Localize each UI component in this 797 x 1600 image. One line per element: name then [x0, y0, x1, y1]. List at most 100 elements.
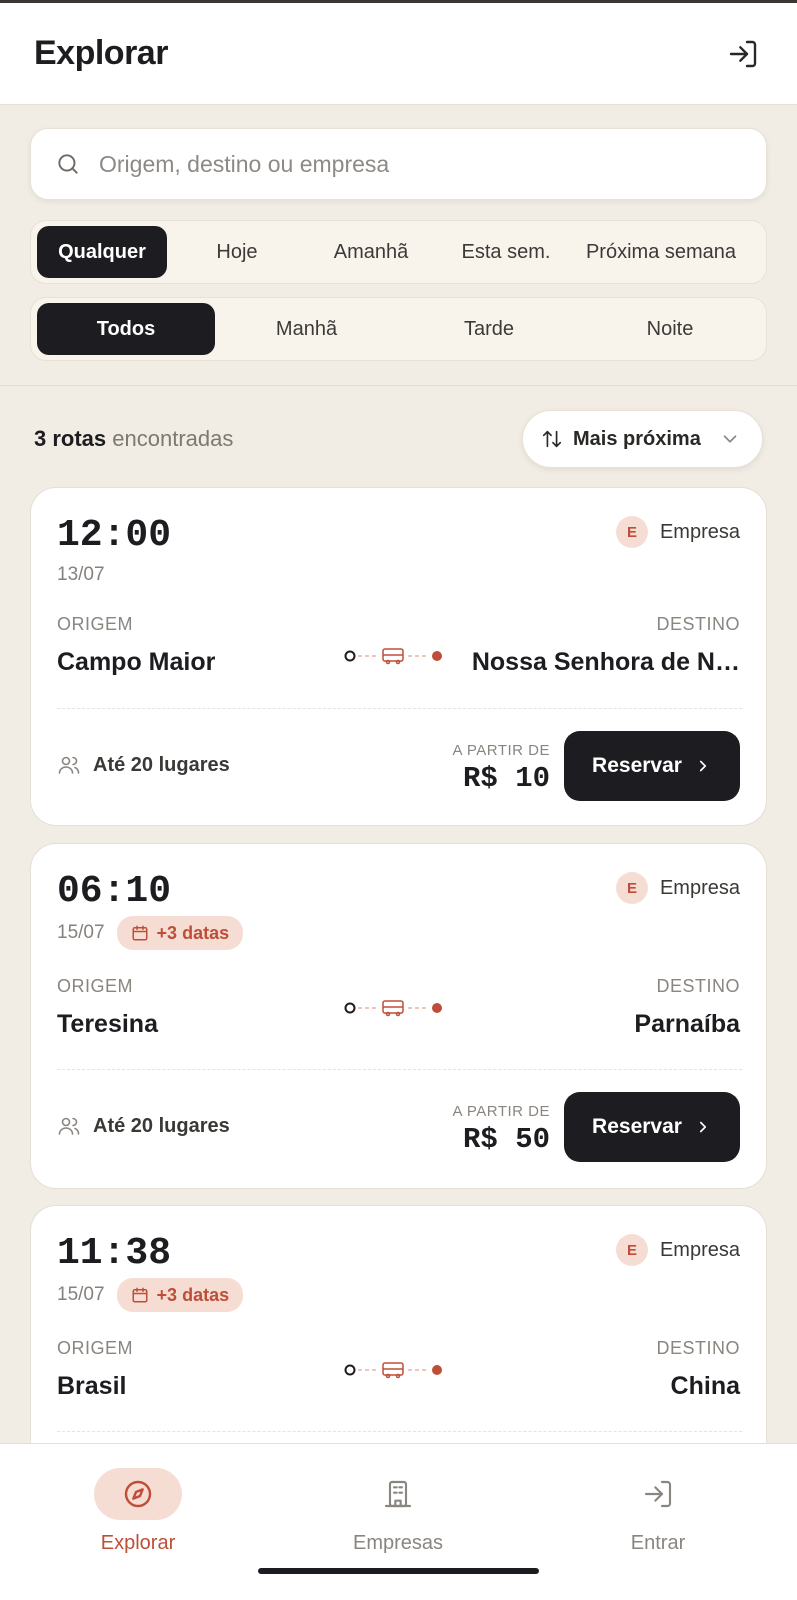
results-number: 3 rotas	[34, 426, 107, 451]
nav-empresas[interactable]: Empresas	[308, 1468, 488, 1555]
route-card[interactable]: 06:10 15/07 +3 datas E Empresa ORIGEM DE…	[30, 843, 767, 1189]
chevron-right-icon	[699, 760, 707, 772]
extra-dates-text: +3 datas	[156, 922, 230, 943]
departure-time: 11:38	[57, 1232, 172, 1275]
section-divider	[0, 385, 797, 386]
search-bar[interactable]	[30, 128, 767, 200]
period-filter: Todos Manhã Tarde Noite	[30, 297, 767, 361]
destination-label: DESTINO	[656, 976, 740, 996]
departure-date: 15/07 +3 datas	[57, 916, 244, 950]
origin-label: ORIGEM	[57, 1338, 134, 1358]
search-icon	[58, 154, 78, 174]
origin-label: ORIGEM	[57, 614, 134, 634]
users-icon	[58, 1117, 80, 1135]
calendar-icon	[132, 1287, 148, 1303]
company-info: E Empresa	[615, 516, 740, 548]
date-text: 15/07	[57, 1284, 105, 1305]
extra-dates-badge[interactable]: +3 datas	[116, 916, 244, 950]
chevron-right-icon	[699, 1121, 707, 1133]
app-header: Explorar	[0, 3, 797, 105]
company-avatar: E	[615, 872, 648, 904]
bus-icon	[382, 648, 404, 665]
route-line-icon	[344, 648, 442, 665]
sort-icon	[542, 430, 562, 448]
sort-dropdown[interactable]: Mais próxima	[522, 410, 763, 468]
bottom-nav: Explorar Empresas Entrar	[0, 1443, 797, 1600]
card-divider	[57, 1069, 742, 1070]
from-price-label: A PARTIR DE	[452, 742, 550, 759]
nav-entrar[interactable]: Entrar	[568, 1468, 748, 1555]
calendar-icon	[132, 925, 148, 941]
date-filter-today[interactable]: Hoje	[167, 226, 307, 278]
search-input[interactable]	[99, 150, 719, 178]
sort-label: Mais próxima	[573, 427, 701, 450]
date-filter-this-week[interactable]: Esta sem.	[435, 226, 577, 278]
login-icon	[644, 1480, 672, 1508]
seats-info: Até 20 lugares	[57, 753, 230, 777]
nav-icon-wrap	[354, 1468, 442, 1520]
company-avatar: E	[615, 516, 648, 548]
date-text: 13/07	[57, 564, 105, 585]
reserve-button[interactable]: Reservar	[564, 731, 740, 801]
date-filter-tomorrow[interactable]: Amanhã	[307, 226, 435, 278]
departure-date: 13/07	[57, 564, 105, 586]
company-name: Empresa	[659, 876, 740, 899]
extra-dates-badge[interactable]: +3 datas	[116, 1278, 244, 1312]
price: R$ 10	[462, 762, 550, 795]
login-icon	[729, 40, 757, 67]
reserve-label: Reservar	[592, 754, 682, 777]
nav-label: Entrar	[630, 1532, 686, 1554]
origin-city: Teresina	[57, 1010, 158, 1038]
period-filter-afternoon[interactable]: Tarde	[398, 303, 580, 355]
reserve-label: Reservar	[592, 1115, 682, 1138]
results-suffix: encontradas	[106, 426, 234, 451]
date-filter-next-week[interactable]: Próxima semana	[577, 226, 745, 278]
company-name: Empresa	[659, 520, 740, 543]
destination-label: DESTINO	[656, 1338, 740, 1358]
nav-explorar[interactable]: Explorar	[48, 1468, 228, 1555]
chevron-down-icon	[723, 435, 737, 443]
home-indicator	[258, 1568, 539, 1574]
seats-info: Até 20 lugares	[57, 1114, 230, 1138]
nav-label: Empresas	[352, 1532, 444, 1554]
route-card[interactable]: 12:00 13/07 E Empresa ORIGEM DESTINO Cam…	[30, 487, 767, 826]
nav-label: Explorar	[100, 1532, 176, 1554]
origin-label: ORIGEM	[57, 976, 134, 996]
card-divider	[57, 708, 742, 709]
destination-city: China	[670, 1372, 740, 1400]
reserve-button[interactable]: Reservar	[564, 1092, 740, 1162]
period-filter-night[interactable]: Noite	[580, 303, 760, 355]
seats-text: Até 20 lugares	[93, 1114, 230, 1137]
route-line-icon	[344, 1362, 442, 1379]
departure-time: 12:00	[57, 514, 172, 557]
company-info: E Empresa	[615, 1234, 740, 1266]
origin-city: Campo Maior	[57, 648, 216, 676]
login-button[interactable]	[723, 34, 763, 74]
company-avatar: E	[615, 1234, 648, 1266]
nav-icon-wrap	[94, 1468, 182, 1520]
bus-icon	[382, 1362, 404, 1379]
destination-label: DESTINO	[656, 614, 740, 634]
bus-icon	[382, 1000, 404, 1017]
period-filter-morning[interactable]: Manhã	[215, 303, 398, 355]
card-divider	[57, 1431, 742, 1432]
destination-city: Parnaíba	[634, 1010, 740, 1038]
price: R$ 50	[462, 1123, 550, 1156]
date-text: 15/07	[57, 922, 105, 943]
period-filter-all[interactable]: Todos	[37, 303, 215, 355]
results-count: 3 rotas encontradas	[34, 426, 233, 452]
seats-text: Até 20 lugares	[93, 753, 230, 776]
date-filter: Qualquer Hoje Amanhã Esta sem. Próxima s…	[30, 220, 767, 284]
from-price-label: A PARTIR DE	[452, 1103, 550, 1120]
route-line-icon	[344, 1000, 442, 1017]
building-icon	[384, 1480, 412, 1508]
date-filter-any[interactable]: Qualquer	[37, 226, 167, 278]
nav-icon-wrap	[614, 1468, 702, 1520]
departure-date: 15/07 +3 datas	[57, 1278, 244, 1312]
compass-icon	[124, 1480, 152, 1508]
page-title: Explorar	[34, 34, 168, 72]
company-name: Empresa	[659, 1238, 740, 1261]
destination-city: Nossa Senhora de N…	[471, 648, 740, 676]
origin-city: Brasil	[57, 1372, 127, 1400]
company-info: E Empresa	[615, 872, 740, 904]
